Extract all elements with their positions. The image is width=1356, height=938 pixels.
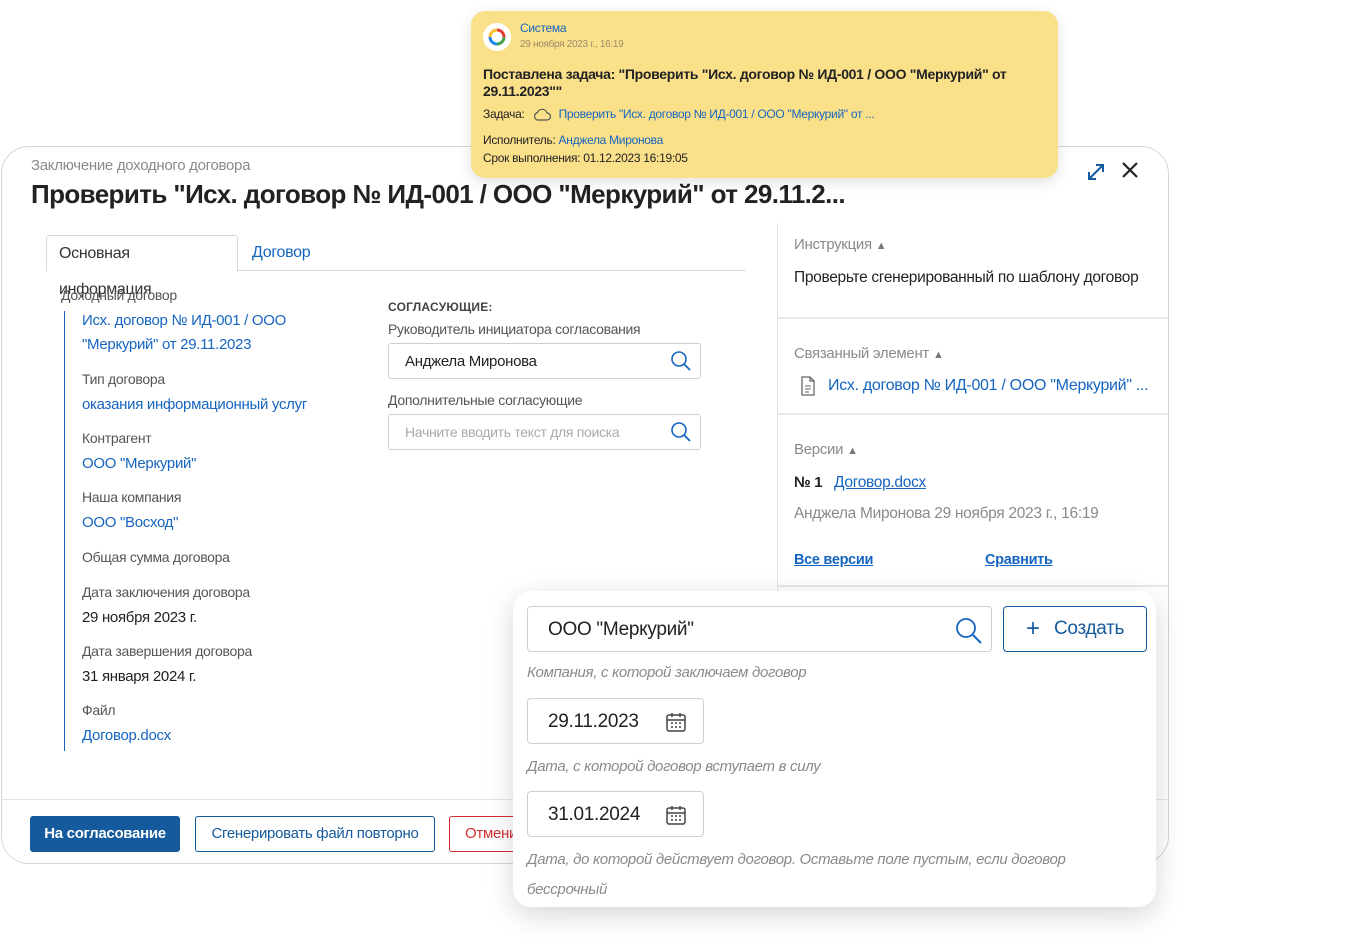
income-contract-label: Доходный договор <box>61 287 177 303</box>
end-date-hint-line2: бессрочный <box>527 881 608 898</box>
start-date-label: Дата заключения договора <box>82 584 250 600</box>
income-contract-link-line1[interactable]: Исх. договор № ИД-001 / ООО <box>82 309 286 333</box>
cloud-task-icon <box>533 108 551 121</box>
end-date-hint-line1: Дата, до которой действует договор. Оста… <box>527 851 1066 868</box>
deadline-value: 01.12.2023 16:19:05 <box>583 151 688 165</box>
end-date-value: 31 января 2024 г. <box>82 668 197 685</box>
version-file-link[interactable]: Договор.docx <box>834 471 926 495</box>
regenerate-file-button[interactable]: Сгенерировать файл повторно <box>195 816 435 852</box>
company-hint: Компания, с которой заключаем договор <box>527 664 807 681</box>
assignee-link[interactable]: Анджела Миронова <box>559 133 664 147</box>
caret-up-icon: ▲ <box>933 349 944 361</box>
notification-date: 29 ноября 2023 г., 16:19 <box>520 39 624 50</box>
create-button-label: Создать <box>1054 618 1125 639</box>
tab-main-info[interactable]: Основная информация <box>46 235 238 298</box>
end-date-field[interactable]: 31.01.2024 <box>527 791 704 837</box>
version-meta: Анджела Миронова 29 ноября 2023 г., 16:1… <box>794 505 1099 522</box>
task-notification[interactable]: Система 29 ноября 2023 г., 16:19 Поставл… <box>471 11 1058 178</box>
tabs-bar: Основная информация Договор <box>46 235 746 298</box>
counterparty-label: Контрагент <box>82 430 152 446</box>
section-divider <box>778 413 1168 415</box>
related-element-link[interactable]: Исх. договор № ИД-001 / ООО "Меркурий" .… <box>828 374 1149 398</box>
type-value[interactable]: оказания информационный услуг <box>82 393 307 417</box>
section-divider <box>778 585 1168 587</box>
contract-details-card: ООО "Меркурий" + Создать Компания, с кот… <box>513 591 1156 907</box>
dialog-subtitle: Заключение доходного договора <box>31 157 251 174</box>
total-label: Общая сумма договора <box>82 549 230 565</box>
notification-assignee-row: Исполнитель: Анджела Миронова <box>483 133 663 147</box>
notification-deadline-row: Срок выполнения: 01.12.2023 16:19:05 <box>483 151 688 165</box>
file-link[interactable]: Договор.docx <box>82 724 171 748</box>
manager-label: Руководитель инициатора согласования <box>388 321 641 337</box>
counterparty-search-input[interactable]: ООО "Меркурий" <box>527 606 992 652</box>
file-label: Файл <box>82 702 116 718</box>
instruction-section-title[interactable]: Инструкция ▲ <box>794 236 887 253</box>
related-section-title[interactable]: Связанный элемент ▲ <box>794 345 944 362</box>
counterparty-input-value: ООО "Меркурий" <box>548 619 694 640</box>
type-label: Тип договора <box>82 371 165 387</box>
search-icon[interactable] <box>670 350 692 372</box>
manager-value: Анджела Миронова <box>405 353 537 370</box>
versions-section-title[interactable]: Версии ▲ <box>794 441 858 458</box>
company-label: Наша компания <box>82 489 182 505</box>
create-button[interactable]: + Создать <box>1003 606 1147 652</box>
version-number: № 1 <box>794 474 823 491</box>
all-versions-link[interactable]: Все версии <box>794 548 873 572</box>
instruction-text: Проверьте сгенерированный по шаблону дог… <box>794 269 1139 286</box>
search-icon[interactable] <box>670 421 692 443</box>
versions-title: Версии <box>794 441 844 458</box>
calendar-icon[interactable] <box>665 804 687 826</box>
assignee-label: Исполнитель: <box>483 133 556 147</box>
field-group-line <box>64 311 65 751</box>
counterparty-value[interactable]: ООО "Меркурий" <box>82 452 196 476</box>
send-for-approval-button[interactable]: На согласование <box>30 816 180 852</box>
task-label: Задача: <box>483 107 525 121</box>
close-icon[interactable] <box>1119 159 1141 181</box>
notification-sender[interactable]: Система <box>520 21 567 35</box>
instruction-title: Инструкция <box>794 236 872 253</box>
tab-contract[interactable]: Договор <box>240 235 322 272</box>
manager-input[interactable]: Анджела Миронова <box>388 343 701 379</box>
search-icon[interactable] <box>955 617 983 645</box>
plus-icon: + <box>1026 615 1040 642</box>
end-date-label: Дата завершения договора <box>82 643 252 659</box>
section-divider <box>778 317 1168 319</box>
task-link[interactable]: Проверить "Исх. договор № ИД-001 / ООО "… <box>559 107 875 121</box>
start-date-value: 29 ноября 2023 г. <box>82 609 197 626</box>
income-contract-link-line2[interactable]: "Меркурий" от 29.11.2023 <box>82 333 251 357</box>
calendar-icon[interactable] <box>665 711 687 733</box>
notification-task-row: Задача: Проверить "Исх. договор № ИД-001… <box>483 107 875 122</box>
dialog-title: Проверить "Исх. договор № ИД-001 / ООО "… <box>31 179 846 209</box>
start-date-hint: Дата, с которой договор вступает в силу <box>527 758 821 775</box>
start-date-field[interactable]: 29.11.2023 <box>527 698 704 744</box>
company-value[interactable]: ООО "Восход" <box>82 511 178 535</box>
compare-link[interactable]: Сравнить <box>985 548 1053 572</box>
document-icon <box>801 376 815 396</box>
caret-up-icon: ▲ <box>847 445 858 457</box>
system-logo-icon <box>483 23 511 51</box>
related-title: Связанный элемент <box>794 345 929 362</box>
notification-title: Поставлена задача: "Проверить "Исх. дого… <box>483 66 1007 99</box>
additional-placeholder: Начните вводить текст для поиска <box>405 424 620 440</box>
approvers-heading: СОГЛАСУЮЩИЕ: <box>388 300 493 314</box>
additional-approvers-input[interactable]: Начните вводить текст для поиска <box>388 414 701 450</box>
additional-label: Дополнительные согласующие <box>388 392 583 408</box>
start-date-input-value: 29.11.2023 <box>548 711 639 732</box>
expand-icon[interactable] <box>1085 161 1107 183</box>
caret-up-icon: ▲ <box>875 240 887 252</box>
end-date-input-value: 31.01.2024 <box>548 804 641 825</box>
deadline-label: Срок выполнения: <box>483 151 581 165</box>
